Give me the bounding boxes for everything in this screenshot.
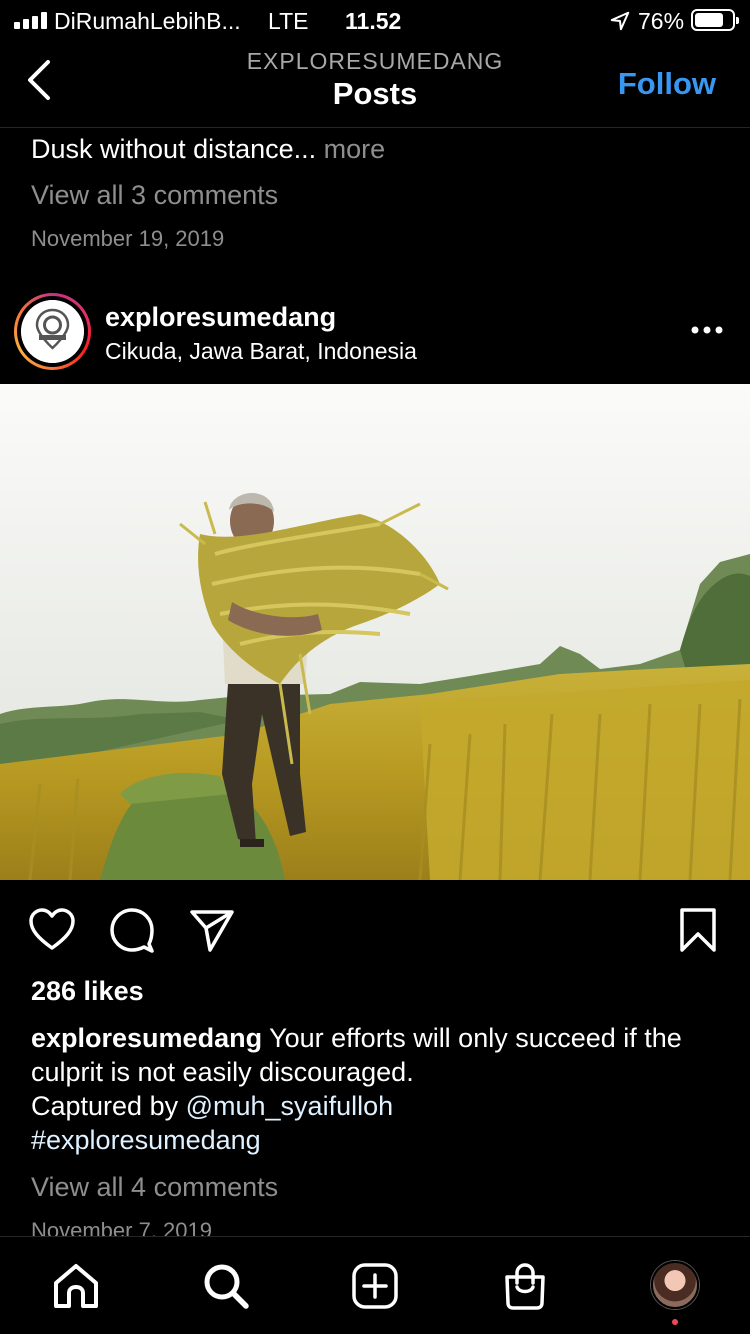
carrier-name: DiRumahLebihB...	[54, 8, 241, 34]
shop-icon[interactable]	[500, 1261, 550, 1311]
more-link[interactable]: more	[324, 134, 386, 164]
new-post-icon[interactable]	[350, 1261, 400, 1311]
bookmark-icon[interactable]	[674, 906, 722, 954]
battery-percent: 76%	[638, 8, 685, 34]
notification-dot	[672, 1319, 678, 1325]
caption-username[interactable]: exploresumedang	[31, 1023, 262, 1053]
previous-post-caption: Dusk without distance... more	[31, 134, 385, 165]
view-comments-link[interactable]: View all 4 comments	[31, 1172, 278, 1203]
post-actions	[0, 896, 750, 960]
previous-post-date: November 19, 2019	[31, 226, 225, 251]
comment-icon[interactable]	[108, 906, 156, 954]
post-caption: exploresumedang Your efforts will only s…	[31, 1021, 721, 1157]
more-options-icon[interactable]	[690, 320, 724, 340]
credit-prefix: Captured by	[31, 1091, 179, 1121]
share-icon[interactable]	[188, 906, 236, 954]
post-header: exploresumedang Cikuda, Jawa Barat, Indo…	[0, 290, 750, 384]
story-ring[interactable]	[14, 293, 91, 370]
status-bar: DiRumahLebihB... LTE 11.52 76%	[0, 0, 750, 40]
home-icon[interactable]	[51, 1261, 101, 1311]
nav-header: EXPLORESUMEDANG Posts Follow	[0, 40, 750, 128]
previous-caption-text: Dusk without distance...	[31, 134, 317, 164]
previous-view-comments-link[interactable]: View all 3 comments	[31, 180, 278, 211]
hashtag-link[interactable]: #exploresumedang	[31, 1125, 261, 1155]
clock: 11.52	[345, 8, 402, 34]
signal-bars-icon	[14, 12, 47, 29]
battery-icon	[691, 9, 739, 31]
likes-count[interactable]: 286 likes	[31, 976, 144, 1007]
post-location[interactable]: Cikuda, Jawa Barat, Indonesia	[105, 338, 417, 365]
post-photo[interactable]	[0, 384, 750, 880]
post-username[interactable]: exploresumedang	[105, 302, 336, 333]
follow-button[interactable]: Follow	[618, 66, 716, 102]
heart-icon[interactable]	[28, 906, 76, 954]
location-arrow-icon	[610, 11, 630, 31]
search-icon[interactable]	[201, 1261, 251, 1311]
account-logo-avatar	[21, 300, 84, 363]
tab-bar	[0, 1236, 750, 1334]
profile-avatar[interactable]	[651, 1261, 699, 1309]
rice-farmer-photo	[0, 384, 750, 880]
network-type: LTE	[268, 8, 309, 34]
credit-handle-link[interactable]: @muh_syaifulloh	[186, 1091, 394, 1121]
